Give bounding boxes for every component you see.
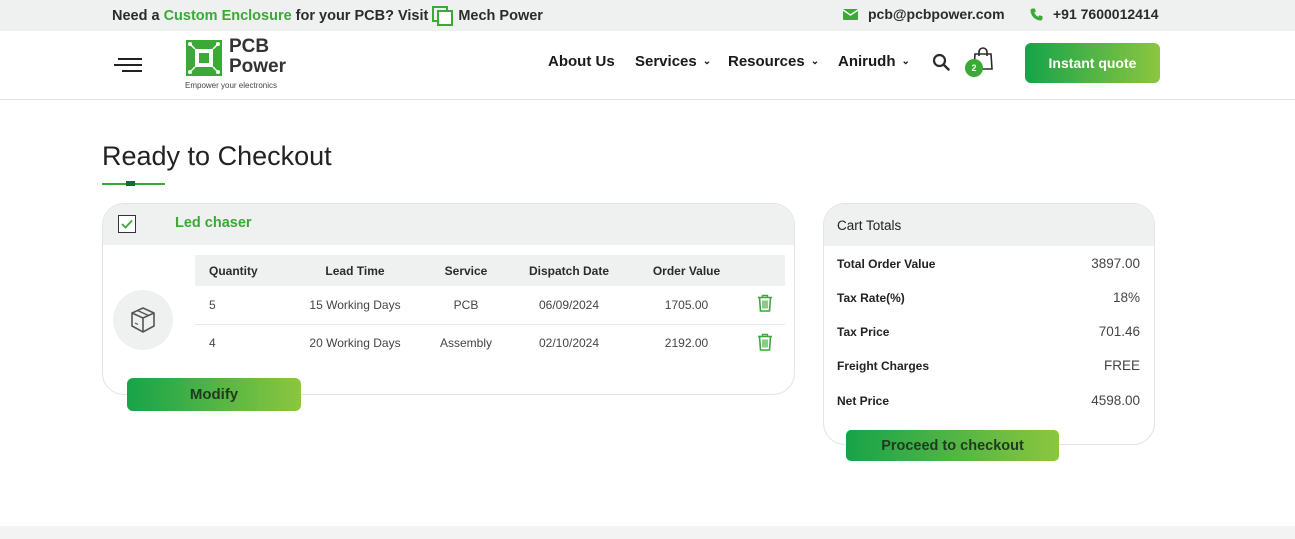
cell-order-value: 1705.00 (629, 286, 744, 325)
total-row-tax-rate: Tax Rate(%) 18% (837, 290, 1140, 305)
product-card-header: Led chaser (103, 204, 794, 245)
column-header-dispatch-date: Dispatch Date (509, 255, 629, 286)
column-header-lead-time: Lead Time (287, 255, 423, 286)
email-contact[interactable]: pcb@pcbpower.com (843, 6, 1005, 22)
phone-contact[interactable]: +91 7600012414 (1030, 6, 1159, 22)
mech-power-link[interactable]: Mech Power (458, 8, 543, 24)
search-icon[interactable] (932, 53, 950, 71)
nav-user-account[interactable]: Anirudh ⌄ (838, 53, 910, 70)
mech-power-icon (432, 6, 454, 26)
total-row-net-price: Net Price 4598.00 (837, 393, 1140, 408)
product-select-checkbox[interactable] (118, 215, 136, 233)
cell-order-value: 2192.00 (664, 336, 709, 351)
total-label: Net Price (837, 393, 890, 408)
chevron-down-icon: ⌄ (702, 56, 712, 67)
cell-dispatch-date: 06/09/2024 (509, 286, 629, 325)
total-row-freight: Freight Charges FREE (837, 358, 1140, 373)
phone-icon (1030, 8, 1043, 20)
product-name: Led chaser (175, 215, 252, 231)
column-header-quantity: Quantity (195, 255, 287, 286)
cell-service: Assembly (439, 336, 492, 351)
promo-mid: for your PCB? Visit (295, 8, 429, 24)
column-header-service: Service (423, 255, 509, 286)
proceed-to-checkout-button[interactable]: Proceed to checkout (846, 430, 1059, 461)
promo-prefix: Need a (112, 8, 160, 24)
chevron-down-icon: ⌄ (810, 56, 820, 67)
instant-quote-button[interactable]: Instant quote (1025, 43, 1160, 83)
trash-icon[interactable] (757, 294, 773, 313)
total-value: 3897.00 (1091, 256, 1140, 271)
phone-text: +91 7600012414 (1053, 6, 1159, 22)
total-value: 18% (1112, 290, 1140, 305)
column-header-order-value: Order Value (629, 255, 744, 286)
total-label: Tax Price (837, 324, 890, 339)
pcb-chip-logo-icon (186, 40, 222, 76)
logo-tagline: Empower your electronics (185, 81, 278, 90)
product-card: Led chaser Quantity Lead Time Service Di… (102, 203, 795, 395)
cell-quantity: 4 (209, 336, 216, 351)
email-text: pcb@pcbpower.com (868, 6, 1005, 22)
cart-totals-panel: Cart Totals Total Order Value 3897.00 Ta… (823, 203, 1155, 445)
nav-resources[interactable]: Resources ⌄ (728, 53, 819, 70)
cell-quantity: 5 (195, 286, 287, 325)
cell-service: PCB (423, 286, 509, 325)
table-row: 4 20 Working Days Assembly 02/10/2024 21… (195, 324, 785, 362)
hamburger-menu-icon[interactable] (114, 58, 142, 74)
cell-dispatch-date: 02/10/2024 (538, 336, 600, 351)
logo[interactable]: PCB Power Empower your electronics (185, 37, 305, 91)
total-label: Freight Charges (837, 358, 930, 373)
package-icon-holder (113, 290, 173, 350)
nav-about-us[interactable]: About Us (548, 53, 615, 70)
cell-delete (744, 324, 785, 362)
top-bar: Need a Custom Enclosure for your PCB? Vi… (0, 0, 1295, 31)
logo-wordmark: PCB Power (229, 36, 287, 77)
cell-lead-time: 20 Working Days (309, 336, 401, 351)
total-label: Total Order Value (837, 256, 936, 271)
cart-count-badge: 2 (965, 59, 983, 77)
cart-totals-header: Cart Totals (824, 204, 1154, 246)
cell-delete (744, 286, 785, 325)
footer-strip (0, 526, 1295, 539)
modify-button[interactable]: Modify (127, 378, 301, 411)
promo-highlight-link[interactable]: Custom Enclosure (164, 8, 292, 24)
page-title: Ready to Checkout (102, 141, 332, 171)
title-underline (102, 181, 165, 186)
table-header-row: Quantity Lead Time Service Dispatch Date… (195, 255, 785, 286)
total-row-order-value: Total Order Value 3897.00 (837, 256, 1140, 271)
checkmark-icon (121, 219, 133, 229)
main-header: PCB Power Empower your electronics About… (0, 31, 1295, 100)
order-items-table: Quantity Lead Time Service Dispatch Date… (195, 255, 785, 362)
envelope-icon (843, 8, 858, 20)
total-row-tax-price: Tax Price 701.46 (837, 324, 1140, 339)
total-value: 4598.00 (1091, 393, 1140, 408)
total-value: FREE (1103, 358, 1140, 373)
nav-services[interactable]: Services ⌄ (635, 53, 711, 70)
cell-lead-time: 15 Working Days (287, 286, 423, 325)
total-value: 701.46 (1098, 324, 1140, 339)
total-label: Tax Rate(%) (837, 290, 905, 305)
column-header-actions (744, 255, 785, 286)
trash-icon[interactable] (757, 333, 773, 351)
promo-banner: Need a Custom Enclosure for your PCB? Vi… (112, 6, 543, 26)
table-row: 5 15 Working Days PCB 06/09/2024 1705.00 (195, 286, 785, 325)
cart-totals-title: Cart Totals (837, 218, 902, 233)
chevron-down-icon: ⌄ (901, 56, 910, 67)
package-box-icon (131, 307, 155, 333)
